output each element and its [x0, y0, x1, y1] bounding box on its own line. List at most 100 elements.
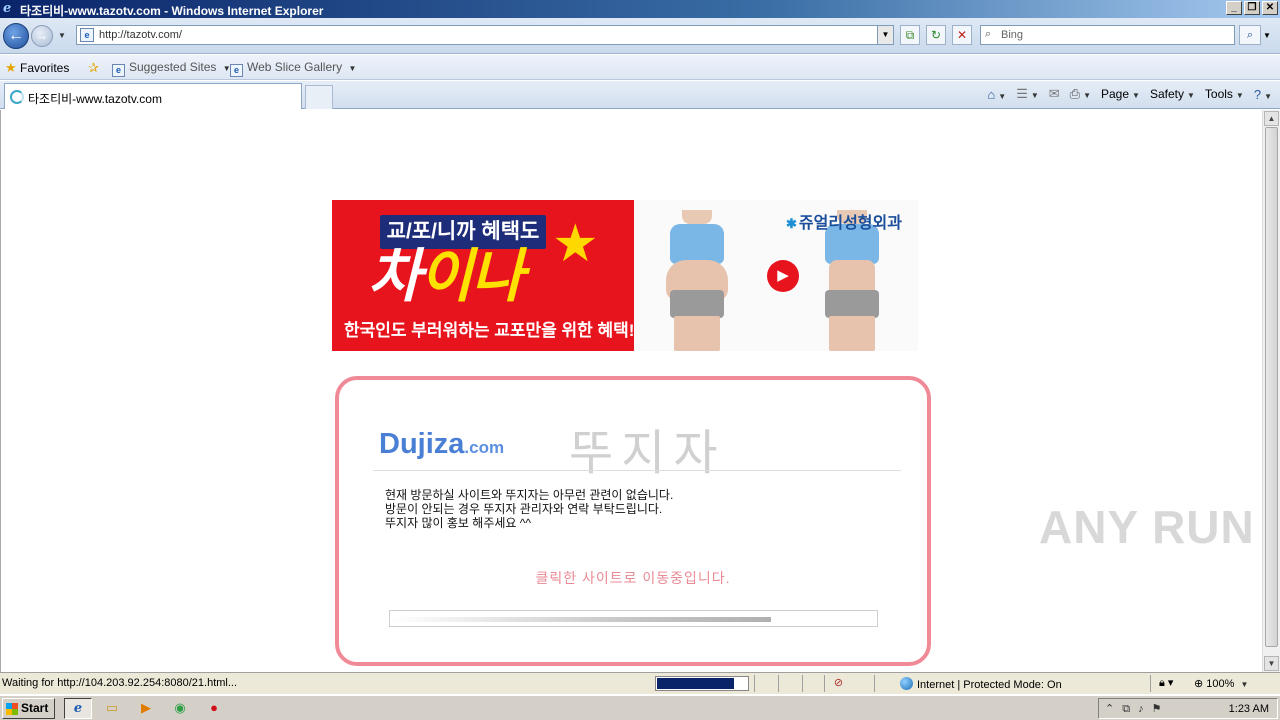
stop-button[interactable]: ✕: [952, 25, 972, 45]
windows-logo-icon: [6, 703, 18, 715]
add-favorite-icon: ✰: [88, 60, 99, 75]
clinic-name-text: 쥬얼리성형외과: [798, 215, 902, 232]
anyrun-watermark: ANY RUN: [1039, 501, 1255, 553]
page-menu[interactable]: Page ▼: [1101, 87, 1140, 101]
command-bar: ⌂ ▼ ☰ ▼ ✉ ⎙ ▼ Page ▼ Safety ▼ Tools ▼ ? ▼: [987, 86, 1272, 102]
search-box[interactable]: ⌕ Bing: [980, 25, 1235, 45]
navigation-bar: ← → ▼ e http://tazotv.com/ ▼ ⧉ ↻ ✕ ⌕ Bin…: [0, 18, 1280, 54]
minimize-button[interactable]: _: [1226, 1, 1242, 15]
help-icon: ?: [1253, 86, 1262, 102]
favorites-button[interactable]: ★ Favorites: [5, 60, 69, 76]
close-button[interactable]: ✕: [1262, 1, 1278, 15]
compatibility-view-button[interactable]: ⧉: [900, 25, 920, 45]
search-button[interactable]: ⌕: [1239, 25, 1261, 45]
ie-page-icon: e: [112, 64, 125, 77]
before-after-photo: ▶ ✱ 쥬얼리성형외과: [634, 200, 918, 351]
status-divider: [874, 675, 875, 692]
dujiza-logo-main: Dujiza: [379, 428, 465, 460]
suggested-sites-label: Suggested Sites: [129, 60, 217, 74]
notice-line: 방문이 안되는 경우 뚜지자 관리자와 연락 부탁드립니다.: [385, 502, 663, 516]
search-options-dropdown[interactable]: ▼: [1263, 31, 1271, 40]
protected-mode-lock-icon[interactable]: 🔒︎ ▾: [1150, 675, 1190, 692]
play-icon: ▶: [767, 260, 799, 292]
taskbar-explorer-folder-icon[interactable]: ▭: [98, 698, 126, 719]
clinic-logo-icon: ✱: [786, 216, 797, 231]
taskbar-opera-icon[interactable]: ●: [200, 698, 228, 719]
page-content: 교/포/니까 혜택도 ★ 차이나 한국인도 부러워하는 교포만을 위한 혜택! …: [0, 110, 1262, 672]
zoom-level[interactable]: ⊕ 100% ▼: [1194, 677, 1248, 690]
status-divider: [802, 675, 803, 692]
help-menu[interactable]: ? ▼: [1254, 87, 1272, 102]
new-tab-button[interactable]: [305, 85, 333, 109]
mail-icon: ✉: [1048, 86, 1060, 101]
zoom-icon: ⊕: [1194, 678, 1204, 690]
clinic-name: ✱ 쥬얼리성형외과: [786, 209, 902, 233]
start-button[interactable]: Start: [2, 698, 55, 719]
favorites-label: Favorites: [20, 61, 70, 75]
dujiza-title: 뚜지자: [569, 425, 726, 481]
page-menu-label: Page: [1101, 87, 1130, 101]
chevron-down-icon: ▼: [348, 64, 357, 73]
bing-search-icon: ⌕: [985, 28, 992, 40]
security-zone[interactable]: Internet | Protected Mode: On: [900, 677, 1062, 691]
redirect-progress-bar: [389, 610, 878, 627]
forward-button[interactable]: →: [31, 25, 53, 47]
feeds-button[interactable]: ☰ ▼: [1016, 86, 1039, 102]
notice-line: 뚜지자 많이 홍보 해주세요 ^^: [385, 516, 532, 530]
rss-feed-icon: ☰: [1016, 86, 1028, 101]
popup-blocker-icon[interactable]: ⊘: [824, 675, 852, 692]
loading-spinner-icon: [10, 90, 24, 104]
printer-icon: ⎙: [1069, 86, 1081, 101]
internet-globe-icon: [900, 677, 913, 690]
banner-subline: 한국인도 부러워하는 교포만을 위한 혜택!: [344, 321, 634, 340]
vertical-scrollbar[interactable]: ▲ ▼: [1262, 110, 1280, 672]
home-button[interactable]: ⌂ ▼: [987, 87, 1006, 102]
search-placeholder: Bing: [1001, 29, 1024, 41]
address-dropdown-button[interactable]: ▼: [877, 26, 893, 44]
address-bar[interactable]: e http://tazotv.com/ ▼: [76, 25, 894, 45]
web-slice-gallery-label: Web Slice Gallery: [247, 60, 343, 74]
back-button[interactable]: ←: [3, 23, 29, 49]
title-bar: e 타조티비-www.tazotv.com - Windows Internet…: [0, 0, 1280, 18]
load-progress-fill: [657, 678, 734, 689]
taskbar-chrome-icon[interactable]: ◉: [166, 698, 194, 719]
recent-pages-dropdown[interactable]: ▼: [58, 31, 68, 41]
start-label: Start: [21, 701, 49, 715]
scroll-down-button[interactable]: ▼: [1264, 656, 1279, 671]
banner-ad[interactable]: 교/포/니까 혜택도 ★ 차이나 한국인도 부러워하는 교포만을 위한 혜택! …: [332, 200, 918, 351]
suggested-sites-link[interactable]: e Suggested Sites ▼: [112, 60, 231, 77]
safety-menu[interactable]: Safety ▼: [1150, 87, 1195, 101]
home-icon: ⌂: [987, 86, 996, 102]
page-icon: e: [80, 28, 94, 42]
scroll-up-button[interactable]: ▲: [1264, 111, 1279, 126]
favorites-star-icon: ★: [5, 60, 17, 75]
clock: 1:23 AM: [1228, 703, 1269, 715]
taskbar-media-player-icon[interactable]: ▶: [132, 698, 160, 719]
address-url[interactable]: http://tazotv.com/: [99, 29, 182, 41]
notice-line: 현재 방문하실 사이트와 뚜지자는 아무런 관련이 없습니다.: [385, 488, 674, 502]
print-button[interactable]: ⎙ ▼: [1070, 86, 1091, 102]
divider: [373, 470, 901, 471]
scroll-thumb[interactable]: [1265, 127, 1278, 647]
internet-explorer-icon: e: [3, 1, 12, 16]
add-to-favorites-bar-button[interactable]: ✰: [88, 60, 99, 76]
refresh-button[interactable]: ↻: [926, 25, 946, 45]
restore-button[interactable]: ❐: [1244, 1, 1260, 15]
banner-red-panel: 교/포/니까 혜택도 ★ 차이나 한국인도 부러워하는 교포만을 위한 혜택!: [332, 200, 634, 351]
taskbar-internet-explorer[interactable]: e: [64, 698, 92, 719]
tools-menu[interactable]: Tools ▼: [1205, 87, 1244, 101]
status-divider: [778, 675, 779, 692]
dujiza-logo[interactable]: Dujiza.com: [379, 428, 504, 461]
banner-headline: 차이나: [368, 246, 524, 308]
web-slice-gallery-link[interactable]: e Web Slice Gallery ▼: [230, 60, 356, 77]
zone-label: Internet | Protected Mode: On: [917, 679, 1062, 691]
status-bar: Waiting for http://104.203.92.254:8080/2…: [0, 672, 1280, 694]
tab-tazotv[interactable]: 타조티비-www.tazotv.com: [4, 83, 302, 109]
system-tray: ⌃⧉♪⚑ 1:23 AM: [1098, 698, 1278, 719]
read-mail-button[interactable]: ✉: [1049, 86, 1060, 102]
tray-icons[interactable]: ⌃⧉♪⚑: [1105, 702, 1169, 716]
star-icon: ★: [552, 215, 599, 273]
ie-page-icon: e: [230, 64, 243, 77]
favorites-bar: ★ Favorites ✰ e Suggested Sites ▼ e Web Sl…: [0, 55, 1280, 80]
status-divider: [754, 675, 755, 692]
